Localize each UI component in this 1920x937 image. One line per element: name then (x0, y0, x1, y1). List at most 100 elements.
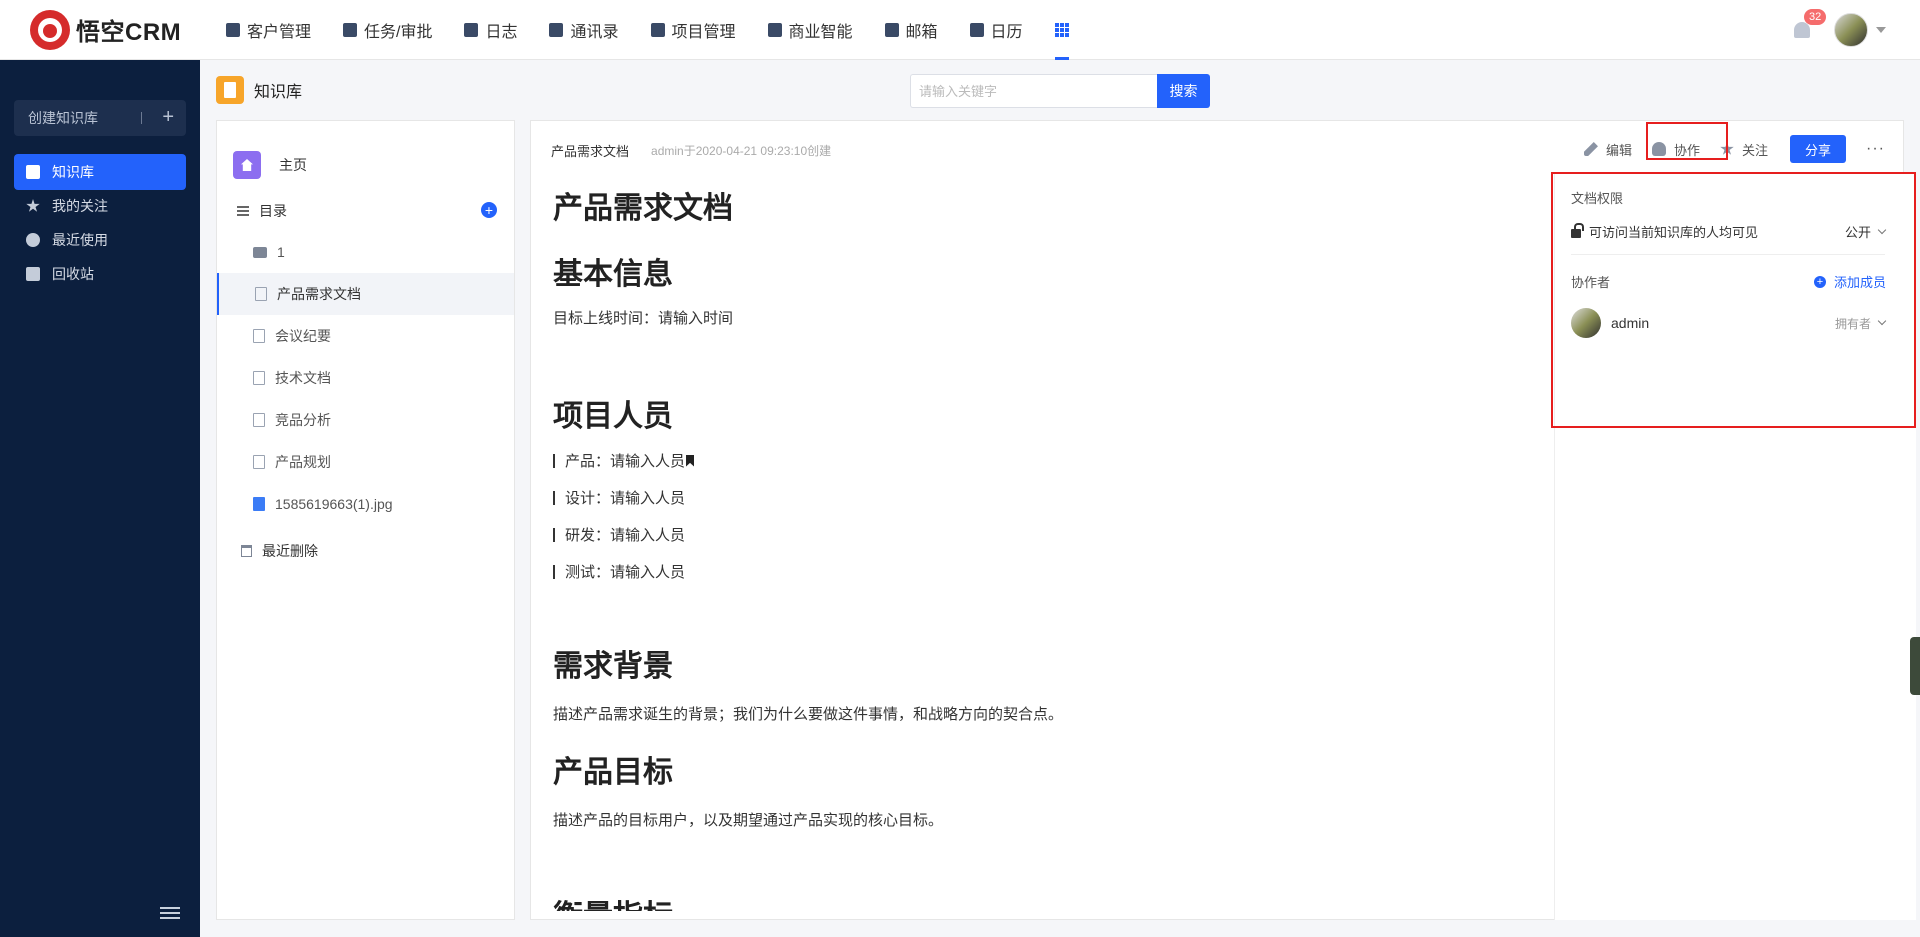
doc-list-item: 产品：请输入人员 (553, 450, 695, 471)
search-input[interactable] (910, 74, 1157, 108)
bi-icon (767, 22, 782, 37)
nav-label: 通讯录 (570, 23, 619, 41)
nav-project-management[interactable]: 项目管理 (635, 0, 752, 60)
follow-label: 关注 (1742, 142, 1769, 158)
nav-label: 客户管理 (247, 23, 312, 41)
star-icon (26, 199, 40, 212)
tree-item-competitor-analysis[interactable]: 竞品分析 (217, 399, 514, 441)
tree-home[interactable]: 主页 (233, 151, 307, 179)
bullet-bar (553, 490, 555, 505)
edit-label: 编辑 (1605, 142, 1632, 158)
nav-label: 日志 (485, 23, 518, 41)
document-tree: 主页 目录 + 1 产品需求文档 会议纪要 技术文档 竞品分析 产品规划 158… (216, 120, 515, 920)
doc-heading-title: 产品需求文档 (553, 192, 733, 225)
edit-button[interactable]: 编辑 (1583, 140, 1632, 159)
pencil-icon (1583, 142, 1598, 156)
document-meta: 产品需求文档 admin于2020-04-21 09:23:10创建 (551, 141, 831, 160)
search-button[interactable]: 搜索 (1157, 74, 1210, 108)
sidebar-item-recently-used[interactable]: 最近使用 (14, 222, 186, 258)
more-options-icon[interactable]: ··· (1866, 140, 1885, 158)
doc-paragraph: 描述产品的目标用户，以及期望通过产品实现的核心目标。 (553, 812, 944, 829)
list-item-text: 研发：请输入人员 (565, 527, 686, 544)
brand-name: 悟空CRM (76, 19, 182, 46)
nav-calendar[interactable]: 日历 (954, 0, 1039, 60)
bullet-bar (553, 453, 555, 468)
collapse-sidebar-icon[interactable] (160, 907, 180, 921)
user-avatar[interactable] (1834, 12, 1868, 47)
bullet-bar (553, 564, 555, 579)
page-title: 知识库 (254, 84, 303, 101)
doc-paragraph: 目标上线时间：请输入时间 (553, 310, 734, 327)
nav-business-intelligence[interactable]: 商业智能 (752, 0, 869, 60)
book-icon (26, 165, 40, 179)
document-created-info: admin于2020-04-21 09:23:10创建 (651, 144, 832, 158)
document-icon (255, 287, 267, 301)
tree-item-folder-1[interactable]: 1 (217, 231, 514, 273)
sidebar-item-my-follows[interactable]: 我的关注 (14, 188, 186, 224)
tree-item-product-planning[interactable]: 产品规划 (217, 441, 514, 483)
nav-apps[interactable] (1039, 0, 1085, 60)
tree-item-label: 产品需求文档 (277, 286, 361, 302)
bookmark-icon (686, 454, 695, 467)
sidebar-item-recycle-bin[interactable]: 回收站 (14, 256, 186, 292)
document-icon (253, 329, 265, 343)
nav-customer-management[interactable]: 客户管理 (210, 0, 327, 60)
create-knowledge-base-button[interactable]: 创建知识库 + (14, 100, 186, 136)
doc-heading-goal: 产品目标 (553, 756, 673, 789)
nav-mail[interactable]: 邮箱 (869, 0, 954, 60)
tree-item-label: 竞品分析 (275, 412, 331, 428)
caret-down-icon[interactable] (1876, 26, 1886, 33)
folder-icon (253, 246, 267, 258)
sidebar-item-label: 最近使用 (52, 232, 108, 248)
calendar-icon (969, 22, 984, 37)
knowledge-base-icon (216, 76, 244, 104)
trash-icon (241, 545, 252, 557)
recently-deleted[interactable]: 最近删除 (241, 541, 318, 561)
search-bar: 搜索 (910, 74, 1210, 108)
nav-contacts[interactable]: 通讯录 (533, 0, 634, 60)
divider (141, 112, 142, 124)
document-icon (253, 371, 265, 385)
nav-log[interactable]: 日志 (448, 0, 533, 60)
list-item-text: 测试：请输入人员 (565, 564, 686, 581)
tree-item-image-file[interactable]: 1585619663(1).jpg (217, 483, 514, 525)
sidebar-item-label: 我的关注 (52, 198, 108, 214)
document-name: 产品需求文档 (551, 144, 630, 159)
side-drawer-handle[interactable] (1910, 637, 1920, 695)
notification-badge: 32 (1804, 8, 1827, 25)
sidebar-item-label: 回收站 (52, 266, 94, 282)
notification-button[interactable]: 32 (1792, 8, 1827, 40)
customer-icon (226, 22, 240, 37)
brand-logo[interactable]: 悟空CRM (0, 9, 210, 50)
tree-item-tech-docs[interactable]: 技术文档 (217, 357, 514, 399)
list-icon (237, 206, 249, 216)
doc-heading-background: 需求背景 (553, 650, 673, 683)
recently-deleted-label: 最近删除 (262, 543, 318, 559)
nav-tasks-approval[interactable]: 任务/审批 (327, 0, 448, 60)
list-item-text: 产品：请输入人员 (565, 453, 686, 470)
tree-item-label: 产品规划 (275, 454, 331, 470)
sidebar-item-knowledge-base[interactable]: 知识库 (14, 154, 186, 190)
list-item-text: 设计：请输入人员 (565, 490, 686, 507)
knowledge-base-header: 知识库 (216, 76, 302, 104)
permission-panel-highlight-box (1551, 172, 1916, 428)
tree-item-meeting-minutes[interactable]: 会议纪要 (217, 315, 514, 357)
monkey-logo-icon (30, 9, 70, 50)
tree-item-label: 技术文档 (275, 370, 331, 386)
document-content[interactable]: 产品需求文档 基本信息 目标上线时间：请输入时间 项目人员 产品：请输入人员 设… (551, 177, 1551, 911)
tree-directory-label: 目录 (259, 203, 287, 219)
share-button[interactable]: 分享 (1790, 135, 1847, 163)
doc-heading-basic-info: 基本信息 (553, 258, 673, 291)
doc-list-item: 设计：请输入人员 (553, 487, 685, 508)
sidebar: 创建知识库 + 知识库 我的关注 最近使用 回收站 (0, 60, 200, 937)
main-nav: 客户管理 任务/审批 日志 通讯录 项目管理 商业智能 邮箱 日历 (210, 0, 1085, 60)
tree-item-label: 1585619663(1).jpg (275, 496, 393, 512)
create-knowledge-base-label: 创建知识库 (28, 110, 98, 126)
tree-item-product-requirements[interactable]: 产品需求文档 (217, 273, 514, 315)
add-directory-button[interactable]: + (481, 202, 497, 218)
image-file-icon (253, 497, 265, 511)
nav-label: 邮箱 (905, 23, 938, 41)
plus-icon[interactable]: + (162, 106, 174, 128)
nav-label: 任务/审批 (364, 23, 433, 41)
nav-label: 项目管理 (671, 23, 736, 41)
